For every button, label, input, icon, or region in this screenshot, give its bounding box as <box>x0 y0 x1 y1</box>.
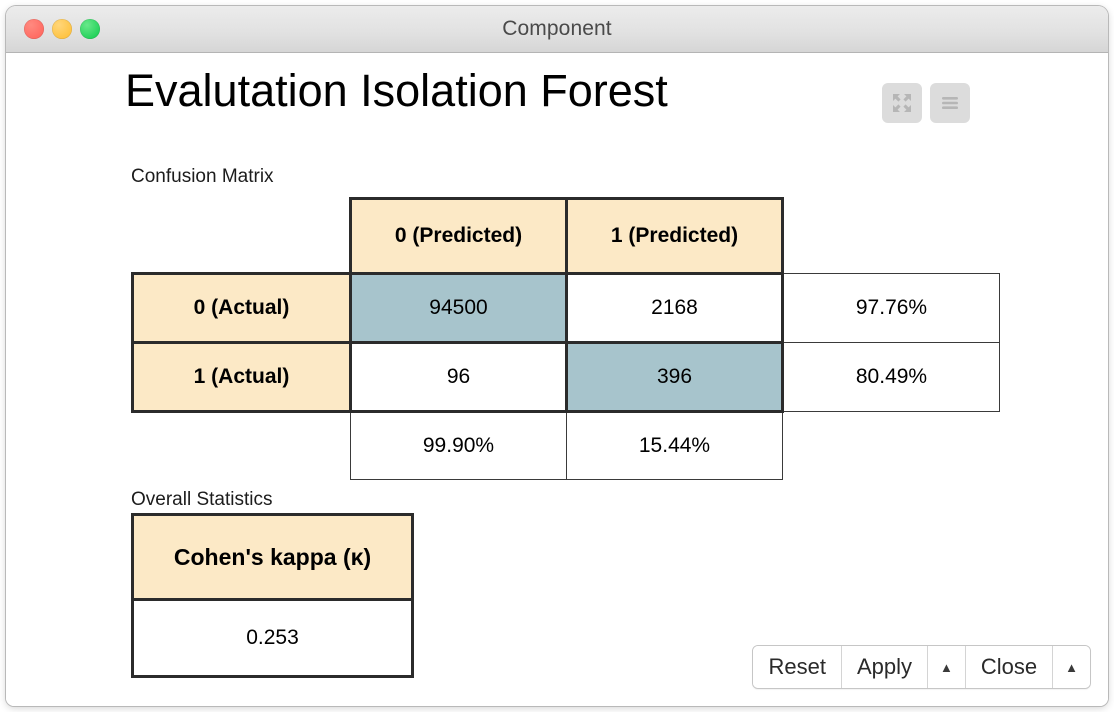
column-header-1: 1 (Predicted) <box>567 199 783 274</box>
cell-false-negative: 96 <box>351 343 567 412</box>
row-percentage-1: 80.49% <box>783 343 1000 412</box>
column-percentage-1: 15.44% <box>567 412 783 480</box>
page-title: Evalutation Isolation Forest <box>125 65 668 117</box>
column-header-0: 0 (Predicted) <box>351 199 567 274</box>
apply-caret-up-icon[interactable]: ▲ <box>928 646 966 688</box>
cell-false-positive: 2168 <box>567 274 783 343</box>
cell-true-negative: 94500 <box>351 274 567 343</box>
footer-button-bar: Reset Apply ▲ Close ▲ <box>752 645 1091 689</box>
overall-statistics-table: Cohen's kappa (κ) 0.253 <box>131 513 414 678</box>
overall-statistics-label: Overall Statistics <box>131 489 272 511</box>
header-pct-spacer <box>783 199 1000 274</box>
close-button[interactable]: Close <box>966 646 1053 688</box>
table-row: 0.253 <box>133 600 413 677</box>
footer-pct-spacer <box>783 412 1000 480</box>
header-actions <box>882 83 970 123</box>
row-header-1: 1 (Actual) <box>133 343 351 412</box>
table-row-header: 0 (Predicted) 1 (Predicted) <box>133 199 1000 274</box>
row-header-0: 0 (Actual) <box>133 274 351 343</box>
kappa-metric-value: 0.253 <box>133 600 413 677</box>
confusion-matrix-label: Confusion Matrix <box>131 166 274 188</box>
screenshot-root: Component Evalutation Isolation Forest <box>0 0 1114 712</box>
table-row-header: Cohen's kappa (κ) <box>133 515 413 600</box>
apply-button[interactable]: Apply <box>842 646 928 688</box>
window-content: Evalutation Isolation Forest <box>6 53 1108 706</box>
table-row-footer: 99.90% 15.44% <box>133 412 1000 480</box>
expand-button[interactable] <box>882 83 922 123</box>
corner-cell <box>133 199 351 274</box>
menu-button[interactable] <box>930 83 970 123</box>
footer-corner-cell <box>133 412 351 480</box>
window-titlebar: Component <box>6 6 1108 53</box>
row-percentage-0: 97.76% <box>783 274 1000 343</box>
column-percentage-0: 99.90% <box>351 412 567 480</box>
expand-icon <box>891 92 913 114</box>
application-window: Component Evalutation Isolation Forest <box>6 6 1108 706</box>
window-title: Component <box>6 6 1108 52</box>
hamburger-menu-icon <box>939 92 961 114</box>
kappa-metric-name: Cohen's kappa (κ) <box>133 515 413 600</box>
table-row: 0 (Actual) 94500 2168 97.76% <box>133 274 1000 343</box>
close-caret-up-icon[interactable]: ▲ <box>1053 646 1090 688</box>
table-row: 1 (Actual) 96 396 80.49% <box>133 343 1000 412</box>
confusion-matrix-table: 0 (Predicted) 1 (Predicted) 0 (Actual) 9… <box>131 197 1000 480</box>
reset-button[interactable]: Reset <box>753 646 841 688</box>
cell-true-positive: 396 <box>567 343 783 412</box>
